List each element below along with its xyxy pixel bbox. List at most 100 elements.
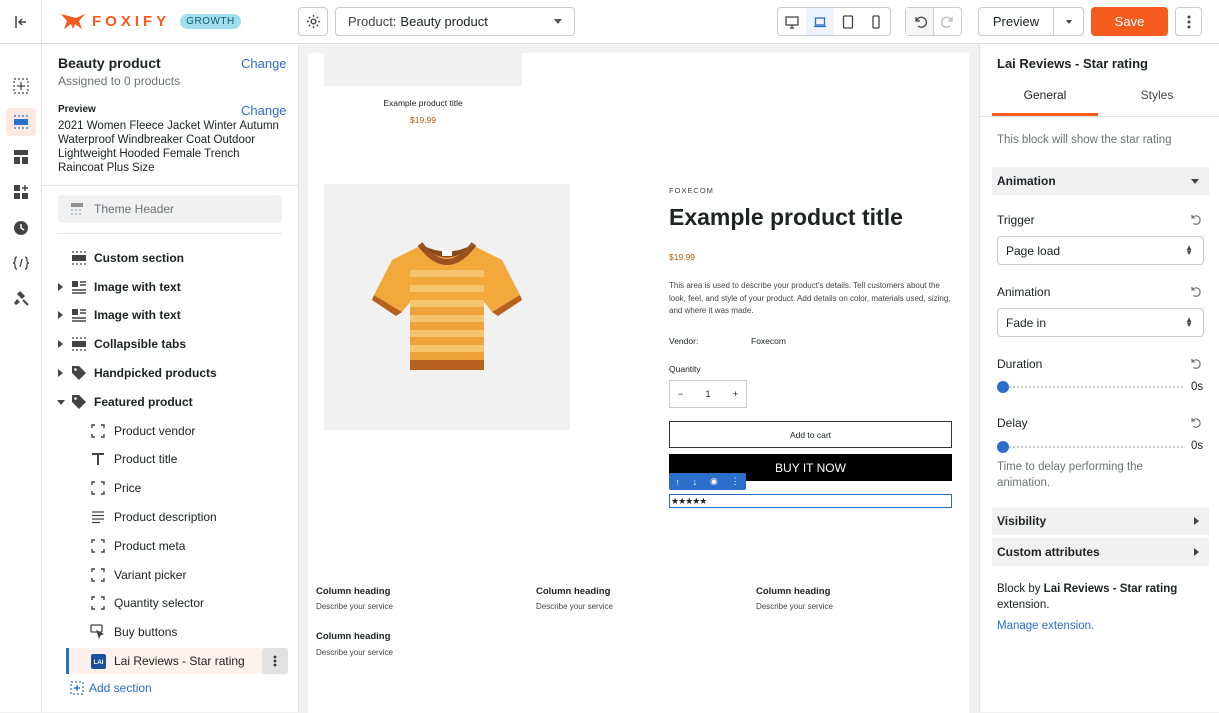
rail-history[interactable] bbox=[6, 214, 36, 242]
change-preview-link[interactable]: Change bbox=[241, 103, 287, 118]
block-buy-buttons[interactable]: Buy buttons bbox=[42, 619, 299, 645]
preview-product-name: 2021 Women Fleece Jacket Winter Autumn W… bbox=[58, 120, 279, 174]
product-title: Example product title bbox=[669, 204, 903, 230]
section-collapsible-tabs[interactable]: Collapsible tabs bbox=[42, 331, 299, 357]
quantity-plus-button[interactable]: + bbox=[733, 389, 738, 399]
block-variant-picker[interactable]: Variant picker bbox=[42, 562, 299, 588]
settings-button[interactable] bbox=[298, 7, 328, 36]
gear-icon bbox=[306, 14, 320, 29]
rail-sections[interactable] bbox=[6, 108, 36, 136]
star-rating-block[interactable]: ★★★★★ bbox=[669, 494, 952, 508]
section-image-with-text[interactable]: Image with text bbox=[42, 274, 299, 300]
undo-redo-group bbox=[905, 7, 962, 36]
custom-attributes-section-header[interactable]: Custom attributes bbox=[992, 538, 1209, 566]
desktop-view-button[interactable] bbox=[778, 8, 806, 35]
move-down-icon[interactable]: ↓ bbox=[693, 477, 698, 487]
column-heading: Column heading bbox=[536, 586, 611, 597]
block-label: Product vendor bbox=[114, 424, 196, 438]
visibility-section-header[interactable]: Visibility bbox=[992, 507, 1209, 535]
quantity-label: Quantity bbox=[669, 364, 701, 374]
delay-slider[interactable] bbox=[997, 441, 1183, 453]
header-section-icon bbox=[71, 203, 83, 215]
slider-track[interactable] bbox=[997, 386, 1183, 388]
move-up-icon[interactable]: ↑ bbox=[675, 477, 680, 487]
fox-logo-icon bbox=[61, 14, 85, 29]
slider-track[interactable] bbox=[997, 446, 1183, 448]
add-to-cart-button[interactable]: Add to cart bbox=[669, 421, 952, 448]
reset-icon[interactable] bbox=[1190, 417, 1202, 429]
quantity-stepper[interactable]: − 1 + bbox=[669, 380, 747, 408]
exit-button[interactable] bbox=[0, 0, 42, 44]
expand-arrow-icon[interactable] bbox=[58, 340, 63, 348]
tab-styles[interactable]: Styles bbox=[1104, 88, 1210, 102]
duration-slider[interactable] bbox=[997, 381, 1183, 393]
product-select[interactable]: Product: Beauty product bbox=[335, 7, 575, 36]
more-vertical-icon bbox=[1187, 15, 1190, 28]
more-actions-button[interactable] bbox=[1175, 7, 1202, 36]
block-price[interactable]: Price bbox=[42, 475, 299, 501]
rail-add-section[interactable] bbox=[6, 72, 36, 100]
rail-code[interactable] bbox=[6, 249, 36, 277]
visibility-icon[interactable]: ◉ bbox=[710, 476, 718, 487]
block-label: Quantity selector bbox=[114, 596, 205, 610]
laptop-view-button[interactable] bbox=[806, 8, 834, 35]
section-label: Image with text bbox=[94, 308, 181, 322]
page-preview[interactable]: Example product title $19.99 FOXECOM Exa… bbox=[308, 53, 969, 713]
expand-arrow-icon[interactable] bbox=[58, 283, 63, 291]
block-product-meta[interactable]: Product meta bbox=[42, 533, 299, 559]
section-label: Image with text bbox=[94, 280, 181, 294]
quantity-minus-button[interactable]: − bbox=[678, 389, 683, 399]
rail-apps[interactable] bbox=[6, 178, 36, 206]
block-lai-reviews-star-rating[interactable]: LAI Lai Reviews - Star rating bbox=[66, 648, 288, 674]
related-product-title[interactable]: Example product title bbox=[324, 98, 522, 108]
reset-icon[interactable] bbox=[1190, 358, 1202, 370]
add-section-button[interactable]: Add section bbox=[70, 681, 152, 695]
reset-icon[interactable] bbox=[1190, 286, 1202, 298]
block-product-title[interactable]: Product title bbox=[42, 446, 299, 472]
save-button[interactable]: Save bbox=[1091, 7, 1168, 36]
exit-icon bbox=[14, 16, 26, 28]
product-image[interactable] bbox=[324, 184, 570, 430]
manage-extension-link[interactable]: Manage extension. bbox=[997, 620, 1094, 632]
preview-label: Preview bbox=[58, 104, 96, 115]
block-menu-button[interactable] bbox=[262, 648, 288, 674]
column-description: Describe your service bbox=[316, 602, 393, 611]
rail-design[interactable] bbox=[6, 284, 36, 312]
expand-arrow-icon[interactable] bbox=[58, 369, 63, 377]
block-by-text: Block by Lai Reviews - Star rating exten… bbox=[997, 581, 1207, 613]
theme-header-item[interactable]: Theme Header bbox=[58, 195, 282, 223]
rail-layout[interactable] bbox=[6, 143, 36, 171]
section-image-with-text[interactable]: Image with text bbox=[42, 302, 299, 328]
dashed-box-icon bbox=[90, 480, 106, 496]
section-featured-product[interactable]: Featured product bbox=[42, 389, 299, 415]
tablet-view-button[interactable] bbox=[834, 8, 862, 35]
block-product-description[interactable]: Product description bbox=[42, 504, 299, 530]
add-section-label: Add section bbox=[89, 681, 152, 695]
animation-section-header[interactable]: Animation bbox=[992, 167, 1209, 195]
more-vertical-icon[interactable]: ⋮ bbox=[731, 476, 740, 487]
section-label: Animation bbox=[997, 174, 1056, 188]
collapse-arrow-icon[interactable] bbox=[57, 399, 65, 405]
animation-value: Fade in bbox=[1006, 315, 1047, 330]
expand-arrow-icon[interactable] bbox=[58, 311, 63, 319]
tab-general[interactable]: General bbox=[992, 88, 1098, 102]
trigger-value: Page load bbox=[1006, 243, 1061, 258]
tablet-icon bbox=[842, 14, 854, 29]
animation-select[interactable]: Fade in ▲ ▼ bbox=[997, 308, 1204, 337]
block-quantity-selector[interactable]: Quantity selector bbox=[42, 590, 299, 616]
redo-button[interactable] bbox=[934, 8, 961, 35]
block-product-vendor[interactable]: Product vendor bbox=[42, 418, 299, 444]
undo-button[interactable] bbox=[906, 8, 934, 35]
change-template-link[interactable]: Change bbox=[241, 56, 287, 71]
preview-dropdown-button[interactable] bbox=[1053, 7, 1084, 36]
trigger-select[interactable]: Page load ▲ ▼ bbox=[997, 236, 1204, 265]
section-custom-section[interactable]: Custom section bbox=[42, 245, 299, 271]
reset-icon[interactable] bbox=[1190, 214, 1202, 226]
preview-button[interactable]: Preview bbox=[978, 7, 1054, 36]
quantity-value[interactable]: 1 bbox=[705, 389, 710, 399]
slider-thumb[interactable] bbox=[997, 441, 1009, 453]
slider-thumb[interactable] bbox=[997, 381, 1009, 393]
dashed-box-icon bbox=[90, 567, 106, 583]
section-handpicked-products[interactable]: Handpicked products bbox=[42, 360, 299, 386]
mobile-view-button[interactable] bbox=[862, 8, 890, 35]
